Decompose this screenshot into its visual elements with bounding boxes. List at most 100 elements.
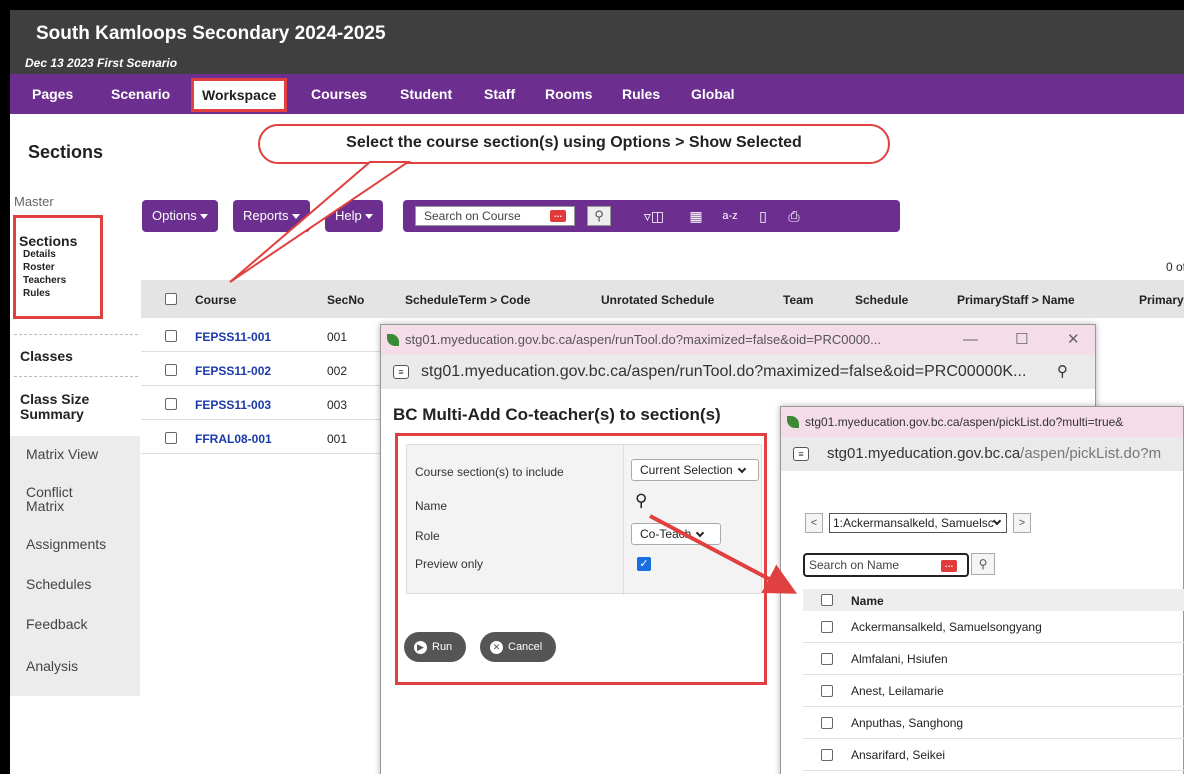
- staff-name: Almfalani, Hsiufen: [851, 652, 948, 666]
- preview-only-checkbox[interactable]: ✓: [637, 557, 651, 571]
- more-options-icon[interactable]: …: [941, 560, 957, 572]
- tab-rules[interactable]: Rules: [622, 74, 660, 114]
- tab-scenario[interactable]: Scenario: [111, 74, 170, 114]
- table-row[interactable]: FEPSS11-002 002: [141, 353, 391, 386]
- row-checkbox[interactable]: [821, 717, 833, 729]
- col-primary[interactable]: Primary: [1139, 293, 1184, 307]
- col-primary-staff[interactable]: PrimaryStaff > Name: [957, 293, 1075, 307]
- sidebar-item-classes[interactable]: Classes: [20, 348, 73, 364]
- filter-icon[interactable]: ▿◫: [633, 208, 675, 224]
- row-checkbox[interactable]: [821, 685, 833, 697]
- role-select[interactable]: Co-Teach: [631, 523, 721, 545]
- row-checkbox[interactable]: [821, 749, 833, 761]
- tab-pages[interactable]: Pages: [32, 74, 73, 114]
- sidebar-sub-teachers[interactable]: Teachers: [23, 275, 66, 286]
- print-icon[interactable]: ⎙: [785, 208, 803, 224]
- sort-az-icon[interactable]: a-z: [719, 208, 741, 224]
- sidebar-item-class-size-line2[interactable]: Summary: [20, 406, 84, 422]
- site-leaf-icon: [787, 416, 799, 428]
- tab-student[interactable]: Student: [400, 74, 452, 114]
- course-link[interactable]: FEPSS11-002: [195, 364, 271, 378]
- grid-columns-icon[interactable]: ▦: [687, 208, 705, 224]
- col-name[interactable]: Name: [851, 594, 884, 608]
- search-icon[interactable]: ⚲: [587, 206, 611, 226]
- site-settings-icon[interactable]: ≡: [793, 447, 809, 461]
- minimize-icon[interactable]: —: [963, 325, 978, 355]
- row-checkbox[interactable]: [165, 432, 177, 444]
- row-checkbox[interactable]: [165, 330, 177, 342]
- sidebar-sub-details[interactable]: Details: [23, 249, 56, 260]
- sidebar-item-analysis[interactable]: Analysis: [26, 658, 78, 674]
- row-checkbox[interactable]: [165, 364, 177, 376]
- caret-down-icon: [199, 214, 208, 220]
- col-schedule-term[interactable]: ScheduleTerm > Code: [405, 293, 530, 307]
- row-checkbox[interactable]: [821, 653, 833, 665]
- list-item[interactable]: Anest, Leilamarie: [803, 675, 1184, 707]
- col-schedule[interactable]: Schedule: [855, 293, 908, 307]
- list-item[interactable]: Ansarifard, Seikei: [803, 739, 1184, 771]
- list-item[interactable]: Ackermansalkeld, Samuelsongyang: [803, 611, 1184, 643]
- sidebar-item-class-size[interactable]: Class Size: [20, 391, 89, 407]
- table-row[interactable]: FEPSS11-003 003: [141, 387, 391, 420]
- search-icon[interactable]: ⚲: [635, 491, 647, 511]
- sidebar-item-conflict-matrix-line2[interactable]: Matrix: [26, 498, 64, 514]
- sidebar-item-feedback[interactable]: Feedback: [26, 616, 87, 632]
- course-link[interactable]: FEPSS11-003: [195, 398, 271, 412]
- picklist-title-bar: stg01.myeducation.gov.bc.ca/aspen/pickLi…: [781, 407, 1183, 437]
- reports-button[interactable]: Reports: [233, 200, 310, 232]
- tab-global[interactable]: Global: [691, 74, 735, 114]
- sidebar-item-schedules[interactable]: Schedules: [26, 576, 91, 592]
- chevron-down-icon: [737, 464, 746, 474]
- col-secno[interactable]: SecNo: [327, 293, 364, 307]
- site-settings-icon[interactable]: ≡: [393, 365, 409, 379]
- sidebar-sub-rules[interactable]: Rules: [23, 288, 50, 299]
- chevron-down-icon: [992, 516, 1002, 526]
- picklist-popup-window: stg01.myeducation.gov.bc.ca/aspen/pickLi…: [780, 406, 1184, 774]
- select-all-checkbox[interactable]: [821, 594, 833, 606]
- tab-staff[interactable]: Staff: [484, 74, 515, 114]
- col-team[interactable]: Team: [783, 293, 813, 307]
- chevron-down-icon: [696, 528, 705, 538]
- course-sections-select[interactable]: Current Selection: [631, 459, 759, 481]
- tab-rooms[interactable]: Rooms: [545, 74, 592, 114]
- chart-icon[interactable]: ▯: [755, 208, 771, 224]
- search-icon[interactable]: ⚲: [971, 553, 995, 575]
- row-checkbox[interactable]: [821, 621, 833, 633]
- next-record-button[interactable]: >: [1013, 513, 1031, 533]
- run-button[interactable]: ▶ Run: [404, 632, 467, 662]
- more-options-icon[interactable]: …: [550, 210, 566, 222]
- form-highlight-box: Course section(s) to include Current Sel…: [395, 433, 767, 685]
- tab-courses[interactable]: Courses: [311, 74, 367, 114]
- staff-name: Ackermansalkeld, Samuelsongyang: [851, 620, 1042, 634]
- select-all-checkbox[interactable]: [165, 293, 177, 305]
- col-unrotated-schedule[interactable]: Unrotated Schedule: [601, 293, 714, 307]
- previous-record-button[interactable]: <: [805, 513, 823, 533]
- sidebar-sub-roster[interactable]: Roster: [23, 262, 55, 273]
- options-button[interactable]: Options: [142, 200, 218, 232]
- tab-workspace[interactable]: Workspace: [191, 78, 288, 112]
- play-icon: ▶: [414, 641, 427, 654]
- list-item[interactable]: Almfalani, Hsiufen: [803, 643, 1184, 675]
- table-row[interactable]: FFRAL08-001 001: [141, 421, 391, 454]
- sidebar-item-matrix-view[interactable]: Matrix View: [26, 446, 98, 462]
- sidebar-item-sections[interactable]: Sections: [19, 233, 77, 249]
- cancel-button[interactable]: ✕ Cancel: [480, 632, 557, 662]
- run-label: Run: [432, 641, 453, 653]
- sidebar-master-label: Master: [14, 194, 54, 209]
- cancel-label: Cancel: [508, 641, 543, 653]
- table-row[interactable]: FEPSS11-001 001: [141, 319, 391, 352]
- help-button[interactable]: Help: [325, 200, 383, 232]
- col-course[interactable]: Course: [195, 293, 236, 307]
- preview-only-label: Preview only: [415, 557, 484, 571]
- sidebar-item-assignments[interactable]: Assignments: [26, 536, 106, 552]
- course-link[interactable]: FFRAL08-001: [195, 432, 272, 446]
- course-link[interactable]: FEPSS11-001: [195, 330, 271, 344]
- list-item[interactable]: Anputhas, Sanghong: [803, 707, 1184, 739]
- course-search-input[interactable]: Search on Course …: [415, 206, 575, 226]
- maximize-icon[interactable]: ☐: [1015, 325, 1028, 355]
- record-select[interactable]: 1:Ackermansalkeld, Samuelsc: [829, 513, 1007, 533]
- close-icon[interactable]: ✕: [1067, 325, 1080, 355]
- row-checkbox[interactable]: [165, 398, 177, 410]
- name-search-input[interactable]: Search on Name …: [803, 553, 969, 577]
- zoom-icon[interactable]: ⚲: [1057, 355, 1068, 389]
